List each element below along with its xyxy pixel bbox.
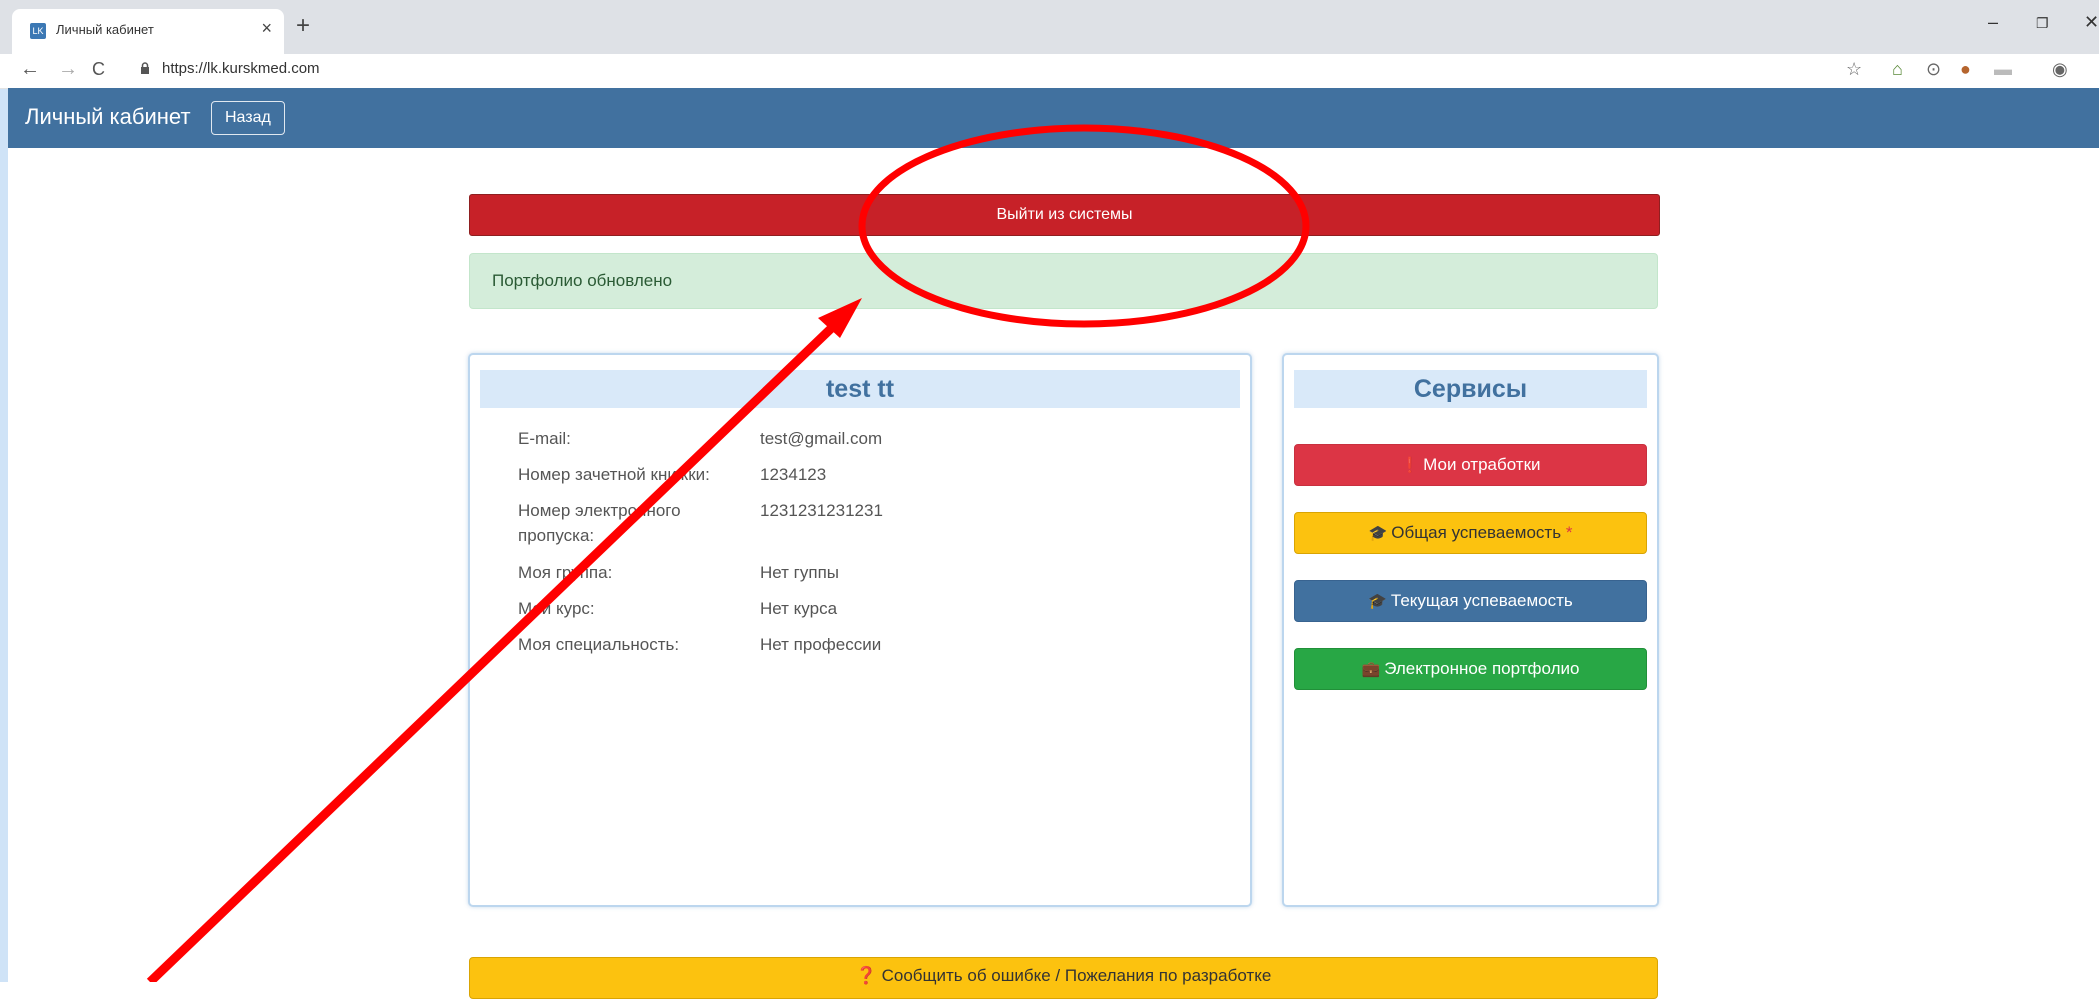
site-navbar: Личный кабинет Назад [8, 88, 2099, 148]
extension-circle-icon[interactable]: ⊙ [1926, 59, 1941, 80]
exclamation-circle-icon: ❗ [1400, 457, 1420, 474]
address-bar: ← → C https://lk.kurskmed.com ☆ ⌂ ⊙ ● ▬ … [0, 54, 2099, 89]
back-arrow-icon[interactable]: ← [20, 58, 40, 81]
url-field[interactable]: https://lk.kurskmed.com [162, 60, 320, 77]
logout-button[interactable]: Выйти из системы [469, 194, 1660, 236]
new-marker: * [1565, 523, 1573, 542]
lock-icon [141, 62, 149, 74]
overall-performance-label: Общая успеваемость [1391, 523, 1562, 542]
field-value-course: Нет курса [760, 599, 838, 618]
brand-title[interactable]: Личный кабинет [25, 104, 191, 130]
bookmark-star-icon[interactable]: ☆ [1846, 59, 1862, 80]
extension-shield-icon[interactable]: ▬ [1994, 59, 2012, 80]
current-performance-label: Текущая успеваемость [1390, 591, 1573, 610]
field-value-record-book: 1234123 [760, 465, 827, 484]
profile-card: test tt E-mail: test@gmail.com Номер зач… [468, 353, 1252, 907]
restore-icon[interactable]: ❐ [2036, 15, 2049, 32]
field-value-pass: 1231231231231 [760, 501, 883, 520]
extension-home-icon[interactable]: ⌂ [1892, 59, 1903, 80]
field-value-specialty: Нет профессии [760, 635, 882, 654]
my-retakes-label: Мои отработки [1423, 455, 1541, 474]
field-value-group: Нет гуппы [760, 563, 840, 582]
field-label-specialty: Моя специальность: [518, 635, 680, 654]
report-bug-button[interactable]: ❓ Сообщить об ошибке / Пожелания по разр… [469, 957, 1658, 999]
profile-name: test tt [480, 370, 1240, 408]
overall-performance-button[interactable]: 🎓 Общая успеваемость * [1294, 512, 1647, 554]
browser-tab-bar: LK Личный кабинет × + – ❐ ✕ [0, 0, 2099, 54]
extension-avatar-icon[interactable]: ● [1960, 59, 1971, 80]
tab-title: Личный кабинет [56, 22, 154, 37]
forward-arrow-icon[interactable]: → [58, 58, 78, 81]
report-bug-label: Сообщить об ошибке / Пожелания по разраб… [881, 966, 1272, 985]
e-portfolio-label: Электронное портфолио [1384, 659, 1580, 678]
briefcase-icon: 💼 [1361, 661, 1381, 678]
new-tab-icon[interactable]: + [296, 12, 310, 40]
field-label-group: Моя группа: [518, 563, 613, 582]
field-label-pass: Номер электронного пропуска: [518, 501, 681, 545]
site-favicon-icon: LK [30, 23, 46, 39]
success-alert: Портфолио обновлено [469, 253, 1658, 309]
question-circle-icon: ❓ [855, 966, 877, 985]
minimize-icon[interactable]: – [1988, 12, 1998, 33]
field-label-email: E-mail: [518, 429, 571, 448]
services-title: Сервисы [1294, 370, 1647, 408]
graduation-cap-icon: 🎓 [1368, 593, 1387, 610]
tab-close-icon[interactable]: × [261, 18, 272, 39]
left-edge-strip [0, 0, 8, 982]
browser-tab[interactable]: LK Личный кабинет × [12, 9, 284, 54]
field-label-course: Мой курс: [518, 599, 595, 618]
services-card: Сервисы ❗ Мои отработки 🎓 Общая успеваемос… [1282, 353, 1659, 907]
back-button[interactable]: Назад [211, 101, 285, 135]
profile-icon[interactable]: ◉ [2052, 59, 2068, 80]
reload-icon[interactable]: C [92, 59, 105, 80]
my-retakes-button[interactable]: ❗ Мои отработки [1294, 444, 1647, 486]
field-value-email: test@gmail.com [760, 429, 883, 448]
e-portfolio-button[interactable]: 💼 Электронное портфолио [1294, 648, 1647, 690]
current-performance-button[interactable]: 🎓 Текущая успеваемость [1294, 580, 1647, 622]
graduation-cap-icon: 🎓 [1368, 525, 1388, 542]
field-label-record-book: Номер зачетной книжки: [518, 465, 710, 484]
window-close-icon[interactable]: ✕ [2084, 12, 2099, 33]
